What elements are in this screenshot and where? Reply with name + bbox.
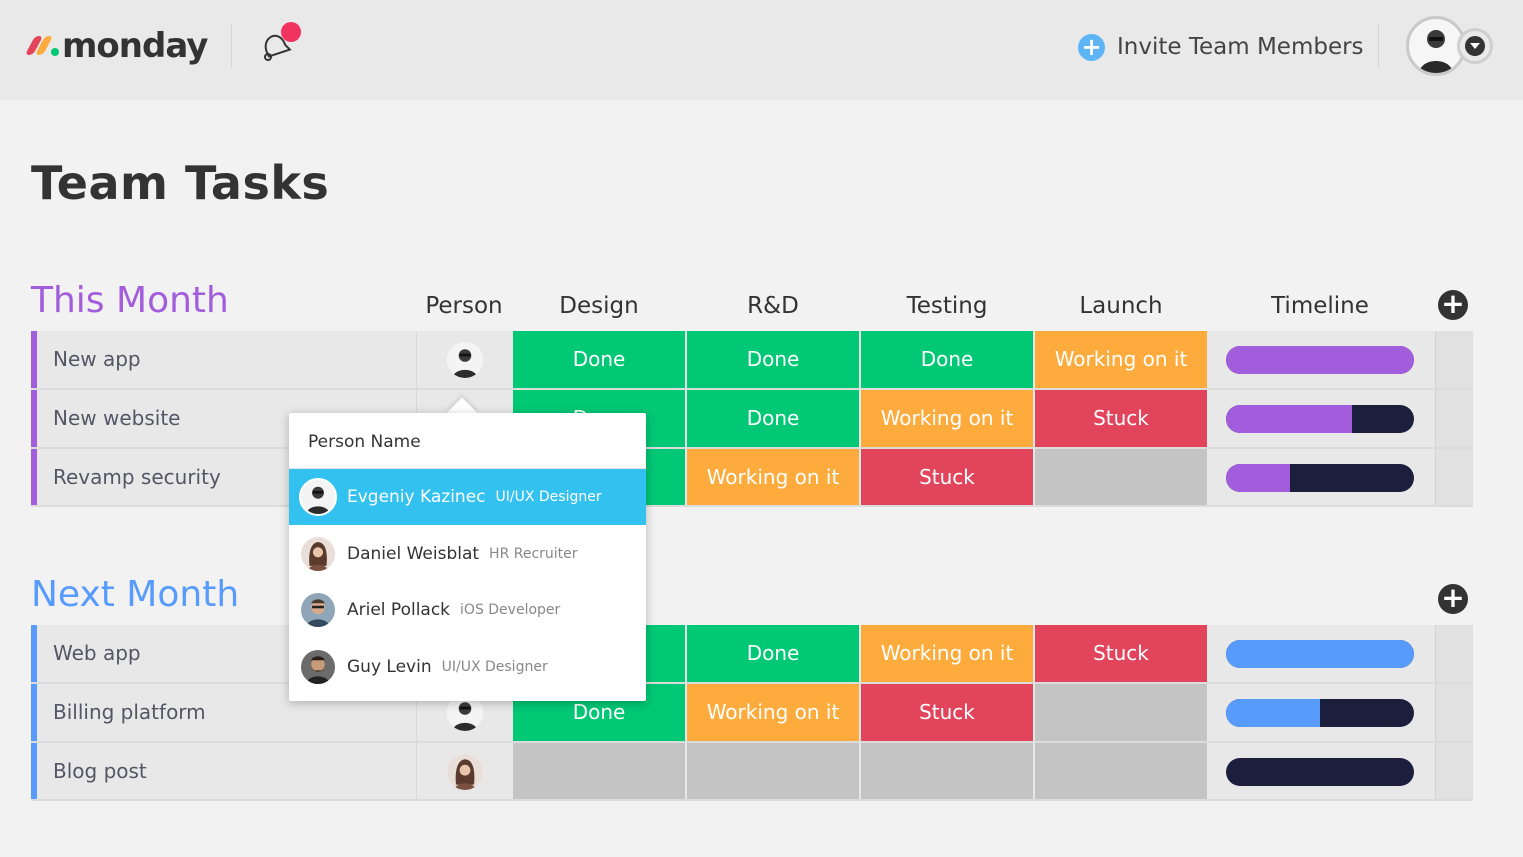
item-name[interactable]: Billing platform [53,684,206,741]
column-header-design[interactable]: Design [513,293,685,319]
person-name: Evgeniy Kazinec [347,487,486,507]
add-column-icon[interactable]: + [1438,290,1468,320]
item-name[interactable]: New app [53,331,141,388]
status-cell-launch[interactable]: Stuck [1035,390,1208,447]
group-stripe [31,684,37,741]
top-bar: monday + Invite Team Members [0,0,1523,100]
status-cell-testing[interactable] [861,743,1034,800]
status-cell-testing[interactable]: Done [861,331,1034,388]
status-cell-launch[interactable] [1035,684,1208,741]
person-option[interactable]: Evgeniy Kazinec UI/UX Designer [289,469,646,525]
row-end-cell [1435,625,1473,682]
table-row[interactable]: New app Done Done Done Working on it [31,331,1473,388]
group-stripe [31,449,37,506]
row-end-cell [1435,684,1473,741]
add-column-icon[interactable]: + [1438,584,1468,614]
group-stripe [31,625,37,682]
item-name[interactable]: Web app [53,625,141,682]
table-row[interactable]: Blog post [31,743,1473,800]
status-cell-rnd[interactable]: Done [687,390,860,447]
status-cell-launch[interactable] [1035,449,1208,506]
group-title-next-month[interactable]: Next Month [31,574,239,615]
status-cell-rnd[interactable] [687,743,860,800]
monday-logo[interactable]: monday [24,26,208,66]
row-end-cell [1435,449,1473,506]
person-option[interactable]: Ariel Pollack iOS Developer [289,582,646,638]
invite-team-members-button[interactable]: + Invite Team Members [1078,32,1364,62]
status-cell-design[interactable] [513,743,686,800]
status-cell-launch[interactable]: Working on it [1035,331,1208,388]
divider [1378,24,1379,68]
timeline-bar[interactable] [1226,640,1414,668]
column-header-timeline[interactable]: Timeline [1226,293,1414,319]
person-cell[interactable] [416,743,512,800]
status-cell-design[interactable]: Done [513,331,686,388]
table-row[interactable]: Billing platform Done Working on it Stuc… [31,684,1473,741]
table-row[interactable]: Web app Done Working on it Stuck [31,625,1473,682]
group-stripe [31,390,37,447]
row-end-cell [1435,331,1473,388]
plus-icon: + [1078,33,1105,61]
status-cell-rnd[interactable]: Done [687,331,860,388]
person-role: UI/UX Designer [441,659,548,675]
page-title: Team Tasks [31,156,330,210]
person-option[interactable]: Guy Levin UI/UX Designer [289,639,646,695]
status-cell-testing[interactable]: Stuck [861,684,1034,741]
column-header-launch[interactable]: Launch [1035,293,1207,319]
notification-badge [281,22,301,42]
chevron-down-icon[interactable] [1457,28,1493,64]
avatar [299,478,337,516]
status-cell-launch[interactable] [1035,743,1208,800]
avatar [299,591,337,629]
row-end-cell [1435,743,1473,800]
table-row[interactable]: New website Done Done Working on it Stuc… [31,390,1473,447]
avatar [299,648,337,686]
status-cell-testing[interactable]: Stuck [861,449,1034,506]
status-cell-rnd[interactable]: Done [687,625,860,682]
timeline-bar[interactable] [1226,699,1414,727]
group-stripe [31,331,37,388]
invite-label: Invite Team Members [1117,34,1364,60]
avatar [299,535,337,573]
person-role: iOS Developer [460,602,561,618]
person-name: Guy Levin [347,657,432,677]
status-cell-testing[interactable]: Working on it [861,390,1034,447]
column-header-testing[interactable]: Testing [861,293,1033,319]
person-cell[interactable] [416,331,512,388]
timeline-bar[interactable] [1226,758,1414,786]
logo-text: monday [62,26,208,66]
item-name[interactable]: Revamp security [53,449,221,506]
column-header-rnd[interactable]: R&D [687,293,859,319]
avatar [447,342,483,378]
avatar [447,754,483,790]
status-cell-rnd[interactable]: Working on it [687,449,860,506]
timeline-bar[interactable] [1226,346,1414,374]
row-end-cell [1435,390,1473,447]
table-row[interactable]: Revamp security Working on it Stuck [31,449,1473,506]
divider [231,24,232,68]
status-cell-rnd[interactable]: Working on it [687,684,860,741]
timeline-bar[interactable] [1226,464,1414,492]
item-name[interactable]: New website [53,390,180,447]
person-name: Ariel Pollack [347,600,451,620]
group-title-this-month[interactable]: This Month [31,280,229,321]
person-role: HR Recruiter [489,546,578,562]
person-option[interactable]: Daniel Weisblat HR Recruiter [289,526,646,582]
person-role: UI/UX Designer [495,489,602,505]
item-name[interactable]: Blog post [53,743,147,800]
person-dropdown: Person Name Evgeniy Kazinec UI/UX Design… [289,413,646,701]
person-name: Daniel Weisblat [347,544,480,564]
timeline-bar[interactable] [1226,405,1414,433]
logo-mark-icon [24,36,60,56]
status-cell-testing[interactable]: Working on it [861,625,1034,682]
status-cell-launch[interactable]: Stuck [1035,625,1208,682]
group-stripe [31,743,37,800]
dropdown-header: Person Name [289,413,646,469]
